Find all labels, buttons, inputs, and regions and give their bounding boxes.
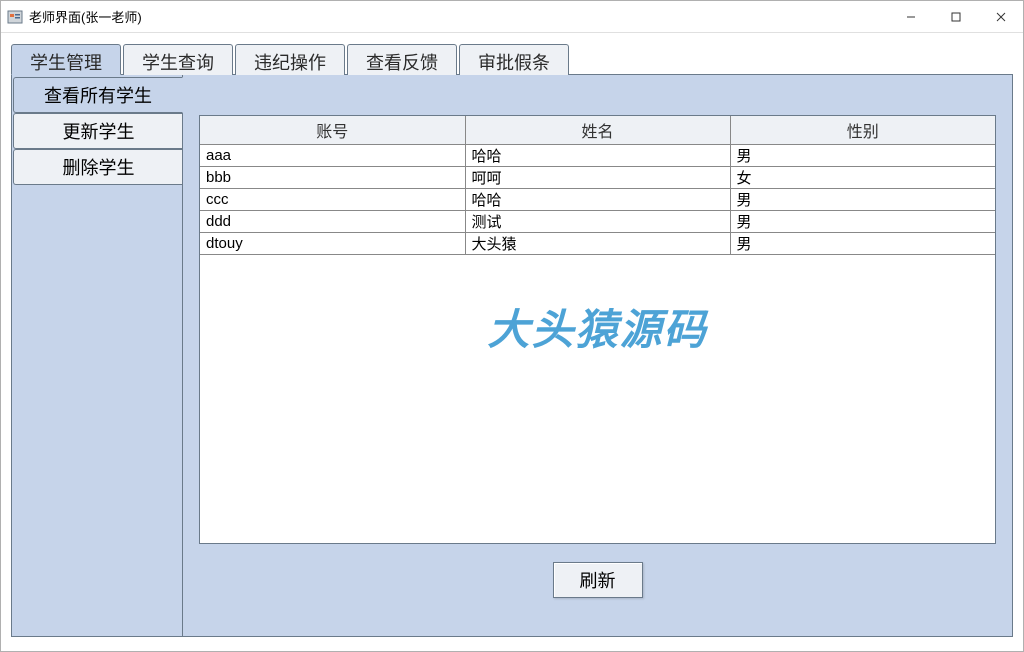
refresh-button[interactable]: 刷新 <box>553 562 643 598</box>
tab-student-manage[interactable]: 学生管理 <box>11 44 121 75</box>
students-table-wrap: 账号 姓名 性别 aaa 哈哈 男 <box>199 115 996 544</box>
table-row[interactable]: bbb 呵呵 女 <box>200 167 995 189</box>
minimize-button[interactable] <box>888 2 933 32</box>
titlebar-left: 老师界面(张一老师) <box>7 7 142 26</box>
left-tabs: 查看所有学生 更新学生 删除学生 <box>12 75 182 636</box>
subtab-view-all-students[interactable]: 查看所有学生 <box>13 77 183 113</box>
cell-account[interactable]: dtouy <box>200 233 465 255</box>
cell-account[interactable]: bbb <box>200 167 465 189</box>
button-row: 刷新 <box>199 544 996 626</box>
tab-feedback[interactable]: 查看反馈 <box>347 44 457 75</box>
watermark-text: 大头猿源码 <box>200 296 995 357</box>
subtab-delete-student[interactable]: 删除学生 <box>13 149 183 185</box>
cell-name[interactable]: 哈哈 <box>465 189 730 211</box>
table-row[interactable]: aaa 哈哈 男 <box>200 145 995 167</box>
sub-panel: 账号 姓名 性别 aaa 哈哈 男 <box>182 75 1012 636</box>
cell-name[interactable]: 测试 <box>465 211 730 233</box>
window-title: 老师界面(张一老师) <box>29 7 142 26</box>
cell-account[interactable]: ccc <box>200 189 465 211</box>
col-account[interactable]: 账号 <box>200 116 465 145</box>
tab-student-query[interactable]: 学生查询 <box>123 44 233 75</box>
cell-gender[interactable]: 女 <box>730 167 995 189</box>
table-row[interactable]: ccc 哈哈 男 <box>200 189 995 211</box>
cell-gender[interactable]: 男 <box>730 211 995 233</box>
table-row[interactable]: dtouy 大头猿 男 <box>200 233 995 255</box>
students-table[interactable]: 账号 姓名 性别 aaa 哈哈 男 <box>200 116 995 255</box>
cell-account[interactable]: aaa <box>200 145 465 167</box>
close-button[interactable] <box>978 2 1023 32</box>
col-name[interactable]: 姓名 <box>465 116 730 145</box>
cell-name[interactable]: 呵呵 <box>465 167 730 189</box>
app-window: 老师界面(张一老师) 学生管理 学生查询 违纪操作 查看反馈 审批假条 <box>0 0 1024 652</box>
table-header-row: 账号 姓名 性别 <box>200 116 995 145</box>
main-panel: 查看所有学生 更新学生 删除学生 账号 姓名 性 <box>11 75 1013 637</box>
cell-gender[interactable]: 男 <box>730 233 995 255</box>
cell-gender[interactable]: 男 <box>730 145 995 167</box>
app-icon <box>7 9 23 25</box>
cell-gender[interactable]: 男 <box>730 189 995 211</box>
titlebar-buttons <box>888 2 1023 32</box>
cell-name[interactable]: 哈哈 <box>465 145 730 167</box>
cell-name[interactable]: 大头猿 <box>465 233 730 255</box>
col-gender[interactable]: 性别 <box>730 116 995 145</box>
top-tabs: 学生管理 学生查询 违纪操作 查看反馈 审批假条 <box>11 43 1013 75</box>
tab-violation[interactable]: 违纪操作 <box>235 44 345 75</box>
table-row[interactable]: ddd 测试 男 <box>200 211 995 233</box>
cell-account[interactable]: ddd <box>200 211 465 233</box>
tab-leave-approval[interactable]: 审批假条 <box>459 44 569 75</box>
subtab-update-student[interactable]: 更新学生 <box>13 113 183 149</box>
maximize-button[interactable] <box>933 2 978 32</box>
titlebar: 老师界面(张一老师) <box>1 1 1023 33</box>
content-area: 学生管理 学生查询 违纪操作 查看反馈 审批假条 查看所有学生 更新学生 删除学… <box>1 33 1023 651</box>
